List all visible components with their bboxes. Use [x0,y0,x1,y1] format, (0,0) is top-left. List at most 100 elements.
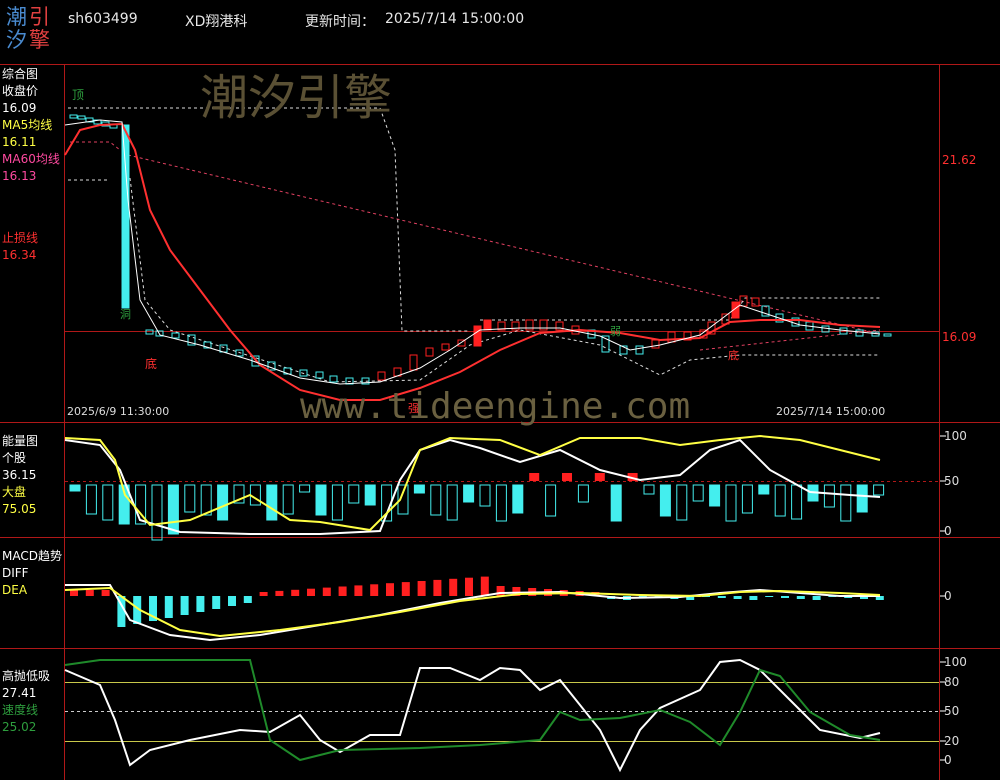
energy-bar [479,484,491,507]
energy-bar [840,484,852,522]
energy-bar [184,484,196,513]
macd-bar [749,596,758,600]
legend-title: 高抛低吸 [2,669,51,683]
marker-top: 顶 [72,88,85,102]
energy-bar [643,484,655,495]
update-time-label: 更新时间： [305,14,375,30]
legend-ma5-value: 16.11 [2,135,37,149]
energy-bar [167,484,179,535]
energy-bar [856,484,868,513]
app-logo: 潮 引 汐 擎 [6,6,50,52]
energy-bar [741,484,753,514]
energy-bar [102,484,114,521]
date-end: 2025/7/14 15:00:00 [776,405,886,418]
logo-char: 擎 [29,28,50,52]
logo-char: 汐 [6,28,27,52]
energy-bar [562,473,572,481]
price-candle [821,325,830,333]
energy-bar [413,484,425,494]
energy-bar [594,473,605,481]
legend-ma60-label: MA60均线 [2,152,60,166]
energy-bar [774,484,786,517]
energy-bar [610,484,622,522]
price-candle [121,124,130,309]
legend-ma60-value: 16.13 [2,169,37,183]
update-time: 2025/7/14 15:00:00 [385,11,525,27]
energy-bar [692,484,704,502]
legend-value: 27.41 [2,686,37,700]
legend-close-value: 16.09 [2,101,37,115]
energy-bar [430,484,442,516]
watermark-logo: 潮汐引擎 [200,70,393,126]
price-candle [171,332,180,339]
energy-axis-0: 0 [944,524,952,538]
energy-bar [463,484,475,503]
macd-bar [496,586,505,596]
legend-ma5-label: MA5均线 [2,118,53,132]
price-candle [299,369,308,377]
macd-bar [765,596,774,597]
macd-bar [85,590,94,596]
energy-bar [69,484,81,492]
price-candle [483,319,492,331]
legend-diff-label: DIFF [2,566,29,580]
logo-char: 引 [29,5,50,29]
macd-bar [370,584,379,596]
macd-bar [275,590,284,596]
legend-market-value: 75.05 [2,502,37,516]
legend-speed-value: 25.02 [2,720,37,734]
energy-bar [266,484,278,521]
energy-bar [791,484,803,520]
energy-bar [85,484,97,515]
energy-bar [725,484,737,522]
macd-bar [733,596,742,599]
macd-bar [480,576,489,596]
date-start: 2025/6/9 11:30:00 [67,405,170,418]
macd-bar [812,596,821,600]
energy-bar [446,484,458,521]
energy-bar [249,484,261,506]
price-candle [651,339,660,349]
watermark-url: www.tideengine.com [300,386,691,427]
macd-bar [212,596,221,609]
macd-bar [164,596,173,618]
legend-market-label: 大盘 [2,485,27,499]
energy-bar [709,484,721,507]
energy-bar [217,484,229,521]
panel3-legend: MACD趋势 DIFF DEA [2,548,62,599]
legend-speed-label: 速度线 [2,703,39,717]
legend-title: MACD趋势 [2,549,62,563]
macd-bar [465,577,473,596]
price-candle [77,115,86,120]
price-candle [855,329,864,337]
price-candle [739,295,748,307]
macd-bar [717,596,726,598]
osc-axis-50: 50 [944,704,960,718]
marker-bottom2: 底 [728,349,739,362]
macd-bar [354,585,363,596]
energy-bar [200,484,212,516]
price-candle [473,325,482,347]
price-candle [635,345,644,355]
marker-bottom: 底 [145,357,158,371]
macd-bar [781,596,789,598]
price-candle [145,329,154,335]
energy-bar [364,484,376,506]
price-candle [235,349,244,357]
macd-bar [433,579,442,596]
price-candle [377,371,386,381]
osc-axis-100: 100 [944,655,967,669]
marker-strong: 强 [408,402,419,415]
macd-bar [338,586,347,596]
energy-axis-50: 50 [944,474,960,488]
energy-bar [331,484,343,521]
macd-axis-0: 0 [944,589,952,603]
macd-bar [101,590,110,596]
panel4-legend: 高抛低吸 27.41 速度线 25.02 [2,668,50,736]
osc-axis-20: 20 [944,734,960,748]
stock-name: XD翔港科 [185,14,248,30]
ma5-line [64,119,881,385]
macd-bar [449,578,458,596]
energy-axis-100: 100 [944,429,967,443]
price-candle [883,333,892,337]
